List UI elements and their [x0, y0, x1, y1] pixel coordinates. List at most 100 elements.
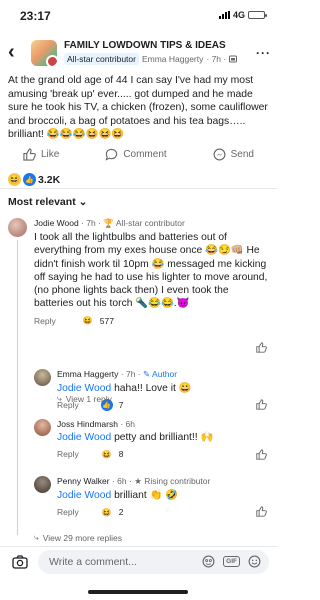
avatar[interactable]: [34, 476, 51, 493]
comment-time: · 6h ·: [111, 476, 132, 486]
more-options-icon[interactable]: ···: [256, 46, 271, 60]
group-title[interactable]: FAMILY LOWDOWN TIPS & IDEAS: [64, 40, 226, 51]
comment-author-line: Penny Walker · 6h · ★ Rising contributor: [57, 476, 267, 487]
comment-content: Emma Haggerty · 7h · ✎ Author Jodie Wood…: [57, 369, 267, 412]
thread-line: [17, 240, 18, 535]
comment-placeholder: Write a comment...: [49, 556, 137, 568]
reaction-count: 7: [118, 400, 124, 411]
comment-footer: Reply 😆 577: [34, 315, 270, 327]
send-label: Send: [230, 148, 254, 160]
divider: [0, 188, 277, 189]
comment-time: · 7h ·: [81, 218, 101, 228]
comment-content: Penny Walker · 6h · ★ Rising contributor…: [57, 476, 267, 518]
comment-content: Joss Hindmarsh · 6h Jodie Wood petty and…: [57, 419, 267, 460]
group-privacy-icon: [229, 55, 238, 63]
like-comment-icon[interactable]: [256, 342, 267, 353]
trophy-icon: 🏆: [103, 218, 114, 228]
reply-button[interactable]: Reply: [57, 449, 79, 459]
chevron-down-icon: ⌄: [78, 196, 88, 208]
reaction-count: 8: [118, 449, 124, 460]
send-button[interactable]: Send: [213, 143, 254, 165]
like-reaction-icon: 👍: [23, 173, 36, 186]
post-body: At the grand old age of 44 I can say I'v…: [8, 75, 268, 140]
comment-composer: Write a comment... GIF: [0, 546, 277, 576]
comment-label: Comment: [123, 148, 167, 160]
post-actions: Like Comment Send: [0, 143, 277, 165]
comment-icon: [105, 148, 118, 161]
poster-avatar[interactable]: [46, 55, 57, 66]
reaction-count: 3.2K: [38, 173, 61, 186]
haha-reaction-icon: 😆: [8, 173, 21, 186]
post-meta: All-star contributor Emma Haggerty · 7h …: [64, 53, 238, 65]
comment-body: petty and brilliant!! 🙌: [114, 432, 214, 443]
pencil-icon: ✎: [143, 369, 151, 379]
view-reply-label: View 1 reply: [65, 393, 112, 404]
emoji-icon[interactable]: [248, 555, 261, 568]
avatar-sticker-icon[interactable]: [202, 555, 215, 568]
gif-button[interactable]: GIF: [223, 556, 240, 567]
sort-selector[interactable]: Most relevant ⌄: [8, 196, 87, 208]
comment-body: haha!! Love it 😀: [114, 383, 192, 394]
like-comment-icon[interactable]: [256, 506, 267, 517]
comment-author-line: Joss Hindmarsh · 6h: [57, 419, 267, 429]
haha-reaction-icon: 😆: [101, 449, 112, 459]
comment-author[interactable]: Emma Haggerty: [57, 369, 118, 379]
author-badge: Author: [152, 369, 178, 379]
comment-footer: Reply 😆 2: [57, 506, 267, 518]
haha-reaction-icon: 😆: [82, 316, 93, 326]
reaction-summary[interactable]: 😆 👍 3.2K: [8, 173, 60, 186]
back-arrow-icon[interactable]: ‹: [8, 42, 15, 62]
like-comment-icon[interactable]: [256, 449, 267, 460]
mention-link[interactable]: Jodie Wood: [57, 432, 111, 443]
comment-button[interactable]: Comment: [105, 143, 167, 165]
composer-icons: GIF: [202, 555, 261, 568]
star-icon: ★: [134, 476, 142, 486]
avatar[interactable]: [8, 218, 27, 237]
comment-author[interactable]: Penny Walker: [57, 476, 110, 486]
comment-text: I took all the lightbulbs and batteries …: [34, 232, 268, 310]
poster-name[interactable]: Emma Haggerty: [142, 54, 203, 64]
reply-button[interactable]: Reply: [57, 507, 79, 517]
mention-link[interactable]: Jodie Wood: [57, 490, 111, 501]
comment-author-line: Jodie Wood · 7h · 🏆 All-star contributor: [34, 218, 270, 229]
avatar[interactable]: [34, 419, 51, 436]
comment-content: Jodie Wood · 7h · 🏆 All-star contributor…: [34, 218, 270, 327]
messenger-icon: [213, 148, 226, 160]
status-bar: 23:17 4G: [0, 0, 277, 30]
status-time: 23:17: [20, 9, 51, 23]
comment-author-line: Emma Haggerty · 7h · ✎ Author: [57, 369, 267, 380]
thumbs-up-icon: [23, 147, 36, 161]
battery-icon: [248, 11, 267, 19]
view-reply-link[interactable]: ⤷ View 1 reply: [57, 393, 112, 404]
reply-button[interactable]: Reply: [34, 316, 56, 326]
sort-label: Most relevant: [8, 196, 76, 208]
like-button[interactable]: Like: [23, 143, 59, 165]
post-time: · 7h ·: [206, 54, 227, 64]
reply-arrow-icon: ⤷: [34, 532, 39, 542]
contributor-badge: All-star contributor: [64, 53, 139, 65]
camera-icon[interactable]: [12, 555, 28, 569]
comment-author[interactable]: Jodie Wood: [34, 218, 79, 228]
avatar[interactable]: [34, 369, 51, 386]
like-comment-icon[interactable]: [256, 399, 267, 410]
status-icons: 4G: [218, 10, 267, 20]
view-more-replies-link[interactable]: ⤷ View 29 more replies: [34, 532, 122, 543]
comment-footer: Reply 😆 8: [57, 448, 267, 460]
view-more-label: View 29 more replies: [42, 532, 122, 543]
contributor-badge: Rising contributor: [144, 476, 211, 486]
comment-time: · 6h: [120, 419, 135, 429]
group-avatar[interactable]: [31, 40, 57, 66]
network-label: 4G: [232, 10, 245, 20]
reply-arrow-icon: ⤷: [57, 393, 62, 403]
home-indicator: [88, 590, 188, 594]
signal-icon: [218, 11, 230, 19]
comment-input[interactable]: Write a comment... GIF: [38, 550, 269, 574]
comment-text: Jodie Wood petty and brilliant!! 🙌: [57, 431, 267, 444]
comment-time: · 7h ·: [120, 369, 141, 379]
comment-body: brilliant 👏 🤣: [114, 490, 179, 501]
reaction-count: 2: [118, 507, 124, 518]
contributor-badge: All-star contributor: [115, 218, 185, 228]
comment-author[interactable]: Joss Hindmarsh: [57, 419, 118, 429]
like-label: Like: [40, 148, 60, 160]
reaction-count: 577: [99, 315, 114, 326]
